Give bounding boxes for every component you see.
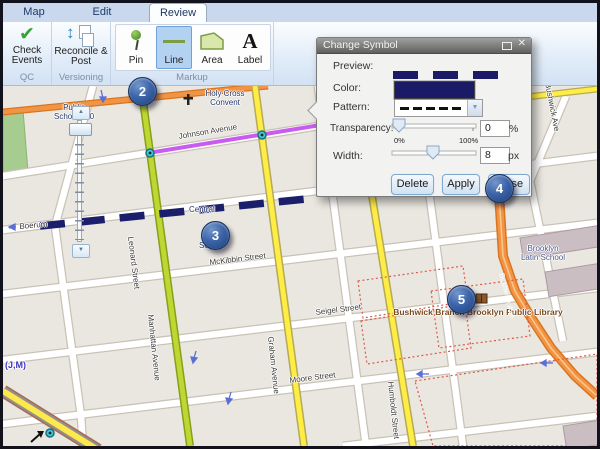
tool-line[interactable]: Line: [156, 26, 192, 69]
chevron-down-icon[interactable]: ▼: [467, 100, 482, 116]
tool-line-label: Line: [165, 55, 184, 68]
letter-a-icon: A: [242, 30, 257, 52]
app-window: Map Edit Review ✔ Check Events QC ↕: [0, 0, 600, 449]
ribbon-group-qc: ✔ Check Events QC: [3, 22, 52, 85]
tab-map[interactable]: Map: [9, 3, 59, 22]
library-book-icon: [476, 294, 487, 303]
transparency-thumb[interactable]: [393, 119, 405, 132]
park-area: [3, 110, 28, 176]
zoom-in-button[interactable]: ▲: [72, 106, 90, 120]
ribbon-tab-row: Map Edit Review: [3, 3, 597, 22]
tab-edit[interactable]: Edit: [77, 3, 127, 22]
check-events-label: Check Events: [5, 46, 49, 66]
pattern-dropdown[interactable]: ▼: [394, 99, 483, 117]
zoom-ticks: [75, 136, 84, 240]
reconcile-icon: ↕: [66, 25, 96, 46]
label-holy-cross: Holy Cross Convent: [199, 90, 251, 107]
ribbon-group-markup: Pin Line Area A Label: [111, 22, 274, 85]
preview-label: Preview:: [333, 60, 373, 72]
callout-badge-3: 3: [201, 221, 230, 250]
markup-tool-panel: Pin Line Area A Label: [115, 24, 271, 71]
reconcile-post-button[interactable]: ↕ Reconcile & Post: [54, 23, 108, 72]
tool-label-label: Label: [238, 55, 262, 68]
pushpin-icon: [129, 29, 143, 53]
subway-arrow: [31, 431, 44, 442]
width-thumb[interactable]: [427, 146, 439, 159]
transparency-label: Transparency:: [330, 123, 394, 134]
tool-label[interactable]: A Label: [232, 26, 268, 69]
label-bushwick-library: Bushwick Branch Brooklyn Public Library: [388, 307, 568, 317]
tool-pin-label: Pin: [129, 55, 143, 68]
ribbon-group-versioning: ↕ Reconcile & Post Versioning: [52, 22, 111, 85]
line-icon: [163, 40, 185, 43]
label-subway-jm: (J,M): [5, 360, 26, 370]
callout-badge-4: 4: [485, 174, 514, 203]
width-label: Width:: [333, 150, 363, 162]
change-symbol-dialog: Change Symbol ✕ Preview: Color: Pattern:…: [316, 37, 532, 197]
transparency-unit: %: [509, 123, 518, 135]
group-label-versioning: Versioning: [54, 72, 108, 85]
zoom-control: ▲ ▼: [69, 106, 91, 258]
zoom-out-button[interactable]: ▼: [72, 244, 90, 258]
dialog-titlebar[interactable]: Change Symbol ✕: [317, 38, 531, 54]
transparency-slider[interactable]: [389, 116, 481, 136]
tool-pin[interactable]: Pin: [118, 26, 154, 69]
maximize-icon[interactable]: [502, 42, 512, 50]
reconcile-post-label: Reconcile & Post: [54, 47, 108, 67]
tab-review[interactable]: Review: [149, 3, 207, 22]
tool-area[interactable]: Area: [194, 26, 230, 69]
label-brooklyn-latin: Brooklyn Latin School: [519, 244, 567, 262]
tool-area-label: Area: [201, 55, 222, 68]
group-label-qc: QC: [5, 72, 49, 85]
delete-button[interactable]: Delete: [391, 174, 434, 195]
width-slider[interactable]: [389, 143, 481, 163]
transparency-input[interactable]: 0: [480, 120, 510, 137]
label-central: Central: [189, 206, 215, 215]
apply-button[interactable]: Apply: [442, 174, 480, 195]
color-label: Color:: [333, 82, 361, 94]
width-unit: px: [508, 150, 519, 162]
close-icon[interactable]: ✕: [518, 38, 526, 49]
callout-badge-5: 5: [447, 285, 476, 314]
dialog-title: Change Symbol: [323, 39, 398, 51]
check-events-button[interactable]: ✔ Check Events: [5, 23, 49, 72]
check-icon: ✔: [19, 25, 35, 45]
pattern-label: Pattern:: [333, 101, 370, 113]
callout-badge-2: 2: [128, 77, 157, 106]
app-frame: Map Edit Review ✔ Check Events QC ↕: [3, 3, 597, 446]
width-input[interactable]: 8: [480, 147, 510, 164]
polygon-icon: [200, 27, 224, 55]
zoom-handle[interactable]: [69, 123, 92, 136]
pattern-preview: [395, 100, 467, 116]
color-swatch[interactable]: [394, 81, 475, 99]
